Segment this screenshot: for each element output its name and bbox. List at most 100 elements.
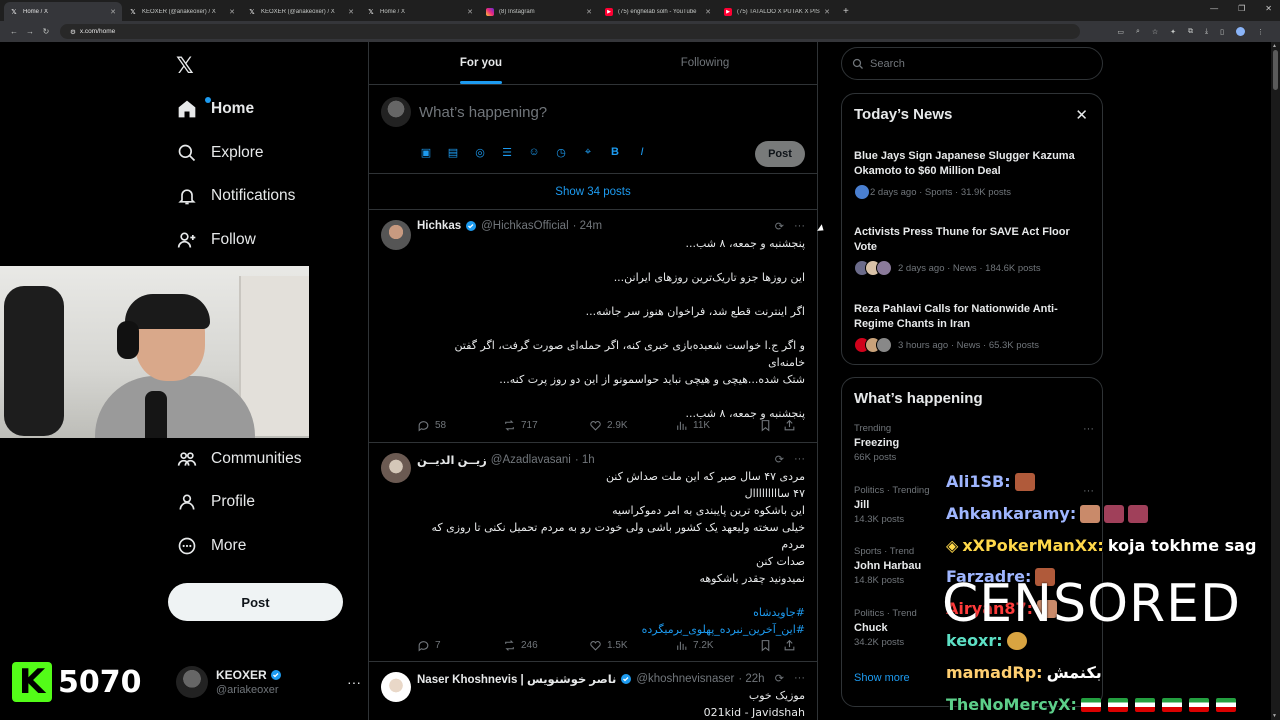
hashtag-link[interactable]: #این_آخرین_نبرده_پهلوی_برمیگرده <box>425 621 805 638</box>
tweet[interactable]: زیــن الدیــن @Azadlavasani · 1h ⟳ ··· مر… <box>369 443 817 662</box>
scroll-up-icon[interactable]: ▲ <box>1272 43 1277 49</box>
nav-more[interactable]: More <box>176 531 246 561</box>
repost-button[interactable]: 246 <box>503 639 589 652</box>
minimize-icon[interactable]: — <box>1210 4 1218 13</box>
nav-notifications[interactable]: Notifications <box>176 181 295 211</box>
close-tab-icon[interactable]: ✕ <box>229 8 235 16</box>
nav-home[interactable]: Home <box>176 94 254 124</box>
browser-tab-home-2[interactable]: 𝕏 Home / X ✕ <box>361 2 479 21</box>
close-tab-icon[interactable]: ✕ <box>705 8 711 16</box>
nav-communities[interactable]: Communities <box>176 444 301 474</box>
news-item[interactable]: Activists Press Thune for SAVE Act Floor… <box>854 225 1094 276</box>
repost-button[interactable]: 717 <box>503 419 589 432</box>
profile-avatar[interactable] <box>1236 27 1245 36</box>
compose-input[interactable]: What’s happening? <box>419 104 547 121</box>
timestamp[interactable]: · 22h <box>738 673 764 685</box>
browser-tab-home[interactable]: 𝕏 Home / X ✕ <box>4 2 122 21</box>
share-icon[interactable] <box>783 639 796 652</box>
trend-item[interactable]: Trending Freezing 66K posts ··· <box>854 423 1094 463</box>
more-options-icon[interactable]: ··· <box>1083 423 1094 435</box>
nav-profile[interactable]: Profile <box>176 487 255 517</box>
grok-icon[interactable]: ⟳ <box>775 453 784 466</box>
author-handle[interactable]: @HichkasOfficial <box>481 220 569 232</box>
close-tab-icon[interactable]: ✕ <box>110 8 116 16</box>
tweet[interactable]: Naser Khoshnevis | ناصر خوشنویس @khoshne… <box>369 662 817 720</box>
more-options-icon[interactable]: ··· <box>1083 485 1094 497</box>
schedule-icon[interactable]: ◷ <box>554 145 568 159</box>
more-options-icon[interactable]: ··· <box>794 220 805 233</box>
author-name[interactable]: زیــن الدیــن <box>417 453 487 467</box>
browser-tab-instagram[interactable]: (8) Instagram ✕ <box>480 2 598 21</box>
author-handle[interactable]: @Azadlavasani <box>491 454 571 466</box>
browser-tab-keoxer-2[interactable]: 𝕏 KEOXER (@ariakeoxer) / X ✕ <box>242 2 360 21</box>
forward-icon[interactable]: → <box>22 27 38 36</box>
image-icon[interactable]: ▣ <box>419 145 433 159</box>
back-icon[interactable]: ← <box>6 27 22 36</box>
author-name[interactable]: Naser Khoshnevis | ناصر خوشنویس <box>417 672 616 686</box>
extension-icon[interactable]: ✦ <box>1170 28 1176 36</box>
author-handle[interactable]: @khoshnevisnaser <box>636 673 734 685</box>
reply-button[interactable]: 58 <box>417 419 503 432</box>
share-icon[interactable] <box>783 419 796 432</box>
reload-icon[interactable]: ↻ <box>38 27 54 36</box>
search-bar[interactable] <box>841 47 1103 80</box>
more-options-icon[interactable]: ··· <box>794 453 805 466</box>
news-item[interactable]: Blue Jays Sign Japanese Slugger Kazuma O… <box>854 149 1094 200</box>
nav-explore[interactable]: Explore <box>176 138 264 168</box>
close-tab-icon[interactable]: ✕ <box>348 8 354 16</box>
emoji-icon[interactable]: ☺ <box>527 145 541 159</box>
post-button[interactable]: Post <box>168 583 343 621</box>
scroll-down-icon[interactable]: ▼ <box>1272 713 1277 719</box>
location-icon[interactable]: ⌖ <box>581 145 595 159</box>
tweet[interactable]: Hichkas @HichkasOfficial · 24m ⟳ ··· پنجش… <box>369 210 817 443</box>
news-item[interactable]: Reza Pahlavi Calls for Nationwide Anti-R… <box>854 302 1094 353</box>
views-button[interactable]: 7.2K <box>675 639 759 652</box>
x-logo-icon[interactable]: 𝕏 <box>176 54 194 79</box>
scrollbar-thumb[interactable] <box>1273 50 1278 90</box>
avatar[interactable] <box>381 220 411 250</box>
nav-follow[interactable]: Follow <box>176 225 256 255</box>
zoom-icon[interactable]: ⌕ <box>1136 28 1140 36</box>
close-icon[interactable]: ✕ <box>1075 106 1088 124</box>
avatar[interactable] <box>381 453 411 483</box>
new-tab-icon[interactable]: + <box>837 2 855 21</box>
show-more-link[interactable]: Show more <box>854 672 910 684</box>
close-tab-icon[interactable]: ✕ <box>586 8 592 16</box>
site-info-icon[interactable]: ⚙ <box>70 28 76 36</box>
avatar[interactable] <box>381 672 411 702</box>
gif-icon[interactable]: ▤ <box>446 145 460 159</box>
puzzle-icon[interactable]: ⧉ <box>1188 28 1193 36</box>
like-button[interactable]: 2.9K <box>589 419 675 432</box>
bookmark-icon[interactable] <box>759 419 783 432</box>
more-options-icon[interactable]: ··· <box>794 672 805 685</box>
views-button[interactable]: 11K <box>675 419 759 432</box>
url-field[interactable]: ⚙ x.com/home <box>60 24 1080 39</box>
sidebar-icon[interactable]: ▯ <box>1220 28 1224 36</box>
install-icon[interactable]: ▭ <box>1117 28 1124 36</box>
author-name[interactable]: Hichkas <box>417 220 461 232</box>
page-scrollbar[interactable]: ▲ ▼ <box>1271 42 1280 720</box>
maximize-icon[interactable]: ❐ <box>1238 4 1245 13</box>
like-button[interactable]: 1.5K <box>589 639 675 652</box>
menu-icon[interactable]: ⋮ <box>1257 28 1264 36</box>
close-tab-icon[interactable]: ✕ <box>467 8 473 16</box>
grok-icon[interactable]: ⟳ <box>775 672 784 685</box>
compose-post-button[interactable]: Post <box>755 141 805 167</box>
download-icon[interactable]: ⤓ <box>1205 28 1208 36</box>
show-new-posts[interactable]: Show 34 posts <box>369 174 817 210</box>
grok-icon[interactable]: ◎ <box>473 145 487 159</box>
bold-icon[interactable]: B <box>608 145 622 159</box>
close-window-icon[interactable]: ✕ <box>1265 4 1272 13</box>
bookmark-icon[interactable] <box>759 639 783 652</box>
tab-following[interactable]: Following <box>593 42 817 84</box>
hashtag-link[interactable]: #جاویدشاه <box>425 604 805 621</box>
reply-button[interactable]: 7 <box>417 639 503 652</box>
grok-icon[interactable]: ⟳ <box>775 220 784 233</box>
poll-icon[interactable]: ☰ <box>500 145 514 159</box>
more-options-icon[interactable]: ··· <box>347 674 361 690</box>
timestamp[interactable]: · 1h <box>575 454 595 466</box>
account-switcher[interactable]: KEOXER @ariakeoxer ··· <box>176 666 361 698</box>
timestamp[interactable]: · 24m <box>573 220 602 232</box>
browser-tab-youtube-1[interactable]: ▶ (75) enghelab solh - YouTube ✕ <box>599 2 717 21</box>
browser-tab-youtube-2[interactable]: ▶(75) TATALOO X PUTAK X PISHRO✕ <box>718 2 836 21</box>
